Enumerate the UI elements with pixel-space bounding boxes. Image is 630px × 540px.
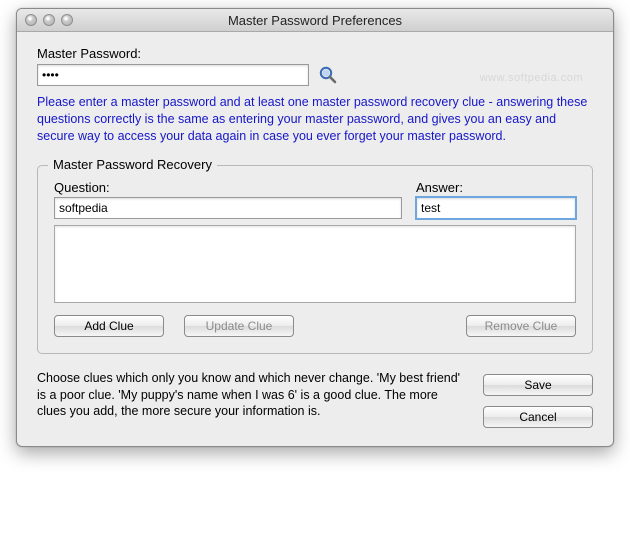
window-controls xyxy=(25,14,73,26)
answer-input[interactable] xyxy=(416,197,576,219)
recovery-legend: Master Password Recovery xyxy=(48,157,217,172)
hint-text: Choose clues which only you know and whi… xyxy=(37,370,467,421)
update-clue-button[interactable]: Update Clue xyxy=(184,315,294,337)
content-area: www.softpedia.com Master Password: Pleas… xyxy=(17,32,613,446)
answer-label: Answer: xyxy=(416,180,576,195)
recovery-group: Master Password Recovery Question: Answe… xyxy=(37,165,593,354)
master-password-input[interactable] xyxy=(37,64,309,86)
close-icon[interactable] xyxy=(25,14,37,26)
zoom-icon[interactable] xyxy=(61,14,73,26)
instructions-text: Please enter a master password and at le… xyxy=(37,94,593,145)
question-input[interactable] xyxy=(54,197,402,219)
preferences-window: Master Password Preferences www.softpedi… xyxy=(16,8,614,447)
question-label: Question: xyxy=(54,180,402,195)
minimize-icon[interactable] xyxy=(43,14,55,26)
master-password-label: Master Password: xyxy=(37,46,593,61)
save-button[interactable]: Save xyxy=(483,374,593,396)
remove-clue-button[interactable]: Remove Clue xyxy=(466,315,576,337)
titlebar: Master Password Preferences xyxy=(17,9,613,32)
clue-list[interactable] xyxy=(54,225,576,303)
magnifier-icon[interactable] xyxy=(317,64,339,86)
window-title: Master Password Preferences xyxy=(17,13,613,28)
add-clue-button[interactable]: Add Clue xyxy=(54,315,164,337)
cancel-button[interactable]: Cancel xyxy=(483,406,593,428)
